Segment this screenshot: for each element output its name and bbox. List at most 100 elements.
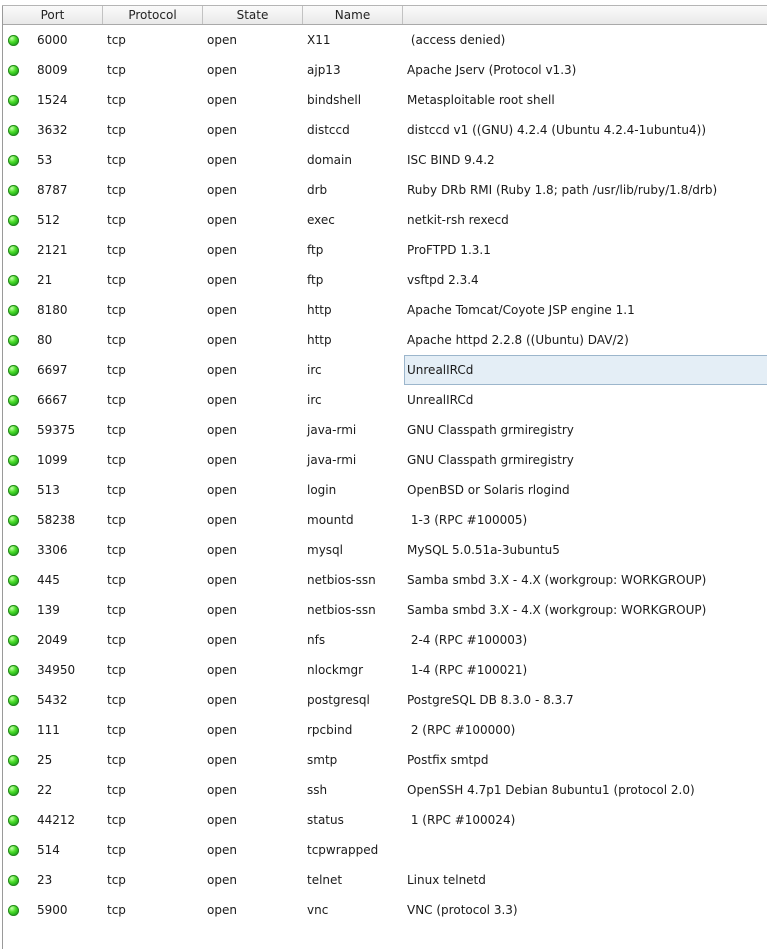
service-name-cell: status [307, 813, 344, 827]
table-row[interactable]: 21 tcp open ftp vsftpd 2.3.4 [3, 265, 767, 295]
service-name-cell: ajp13 [307, 63, 341, 77]
protocol-cell: tcp [107, 183, 126, 197]
protocol-cell: tcp [107, 213, 126, 227]
status-open-icon [8, 845, 19, 856]
table-row[interactable]: 5900 tcp open vnc VNC (protocol 3.3) [3, 895, 767, 925]
table-row[interactable]: 8180 tcp open http Apache Tomcat/Coyote JSP … [3, 295, 767, 325]
status-open-icon [8, 725, 19, 736]
service-name-cell: bindshell [307, 93, 362, 107]
service-name-cell: X11 [307, 33, 331, 47]
service-name-cell: nlockmgr [307, 663, 364, 677]
protocol-cell: tcp [107, 813, 126, 827]
table-row[interactable]: 1099 tcp open java-rmi GNU Classpath grmireg… [3, 445, 767, 475]
state-cell: open [207, 213, 237, 227]
table-row[interactable]: 3306 tcp open mysql MySQL 5.0.51a-3ubuntu5 [3, 535, 767, 565]
column-header-port[interactable]: Port [3, 6, 103, 24]
state-cell: open [207, 93, 237, 107]
port-cell: 8180 [37, 303, 68, 317]
services-table: Port Protocol State Name 6000 tcp open X11 … [0, 0, 767, 949]
table-row[interactable]: 139 tcp open netbios-ssn Samba smbd 3.X - 4.… [3, 595, 767, 625]
table-row[interactable]: 1524 tcp open bindshell Metasploitable root … [3, 85, 767, 115]
port-cell: 8787 [37, 183, 68, 197]
status-open-icon [8, 125, 19, 136]
table-row[interactable]: 513 tcp open login OpenBSD or Solaris rlogin… [3, 475, 767, 505]
service-name-cell: smtp [307, 753, 338, 767]
state-cell: open [207, 483, 237, 497]
status-open-icon [8, 605, 19, 616]
table-row[interactable]: 44212 tcp open status 1 (RPC #100024) [3, 805, 767, 835]
protocol-cell: tcp [107, 453, 126, 467]
status-open-icon [8, 695, 19, 706]
protocol-cell: tcp [107, 33, 126, 47]
protocol-cell: tcp [107, 693, 126, 707]
status-open-icon [8, 275, 19, 286]
port-cell: 139 [37, 603, 60, 617]
table-row[interactable]: 23 tcp open telnet Linux telnetd [3, 865, 767, 895]
protocol-cell: tcp [107, 903, 126, 917]
port-cell: 58238 [37, 513, 76, 527]
version-cell: UnrealIRCd [407, 393, 474, 407]
state-cell: open [207, 333, 237, 347]
state-cell: open [207, 363, 237, 377]
table-row[interactable]: 8787 tcp open drb Ruby DRb RMI (Ruby 1.8; pa… [3, 175, 767, 205]
table-row[interactable]: 111 tcp open rpcbind 2 (RPC #100000) [3, 715, 767, 745]
table-row[interactable]: 514 tcp open tcpwrapped [3, 835, 767, 865]
column-header-protocol[interactable]: Protocol [103, 6, 203, 24]
protocol-cell: tcp [107, 663, 126, 677]
status-open-icon [8, 365, 19, 376]
protocol-cell: tcp [107, 513, 126, 527]
status-open-icon [8, 425, 19, 436]
port-cell: 445 [37, 573, 60, 587]
table-row[interactable]: 6667 tcp open irc UnrealIRCd [3, 385, 767, 415]
status-open-icon [8, 215, 19, 226]
version-cell: PostgreSQL DB 8.3.0 - 8.3.7 [407, 693, 574, 707]
column-header-version[interactable] [403, 6, 767, 24]
state-cell: open [207, 153, 237, 167]
protocol-cell: tcp [107, 123, 126, 137]
status-open-icon [8, 335, 19, 346]
version-cell: Apache Jserv (Protocol v1.3) [407, 63, 577, 77]
state-cell: open [207, 753, 237, 767]
table-row[interactable]: 58238 tcp open mountd 1-3 (RPC #100005) [3, 505, 767, 535]
port-cell: 22 [37, 783, 53, 797]
table-row[interactable]: 445 tcp open netbios-ssn Samba smbd 3.X - 4.… [3, 565, 767, 595]
table-row[interactable]: 2121 tcp open ftp ProFTPD 1.3.1 [3, 235, 767, 265]
table-row[interactable]: 3632 tcp open distccd distccd v1 ((GNU) 4.2.… [3, 115, 767, 145]
column-header-name[interactable]: Name [303, 6, 403, 24]
table-row[interactable]: 512 tcp open exec netkit-rsh rexecd [3, 205, 767, 235]
table-row[interactable]: 59375 tcp open java-rmi GNU Classpath grmire… [3, 415, 767, 445]
protocol-cell: tcp [107, 543, 126, 557]
table-row[interactable]: 53 tcp open domain ISC BIND 9.4.2 [3, 145, 767, 175]
service-name-cell: postgresql [307, 693, 370, 707]
protocol-cell: tcp [107, 93, 126, 107]
service-name-cell: login [307, 483, 337, 497]
table-row[interactable]: 5432 tcp open postgresql PostgreSQL DB 8.3.0… [3, 685, 767, 715]
status-open-icon [8, 35, 19, 46]
version-cell: Apache httpd 2.2.8 ((Ubuntu) DAV/2) [407, 333, 629, 347]
version-cell: GNU Classpath grmiregistry [407, 423, 574, 437]
state-cell: open [207, 723, 237, 737]
version-cell: Postfix smtpd [407, 753, 489, 767]
state-cell: open [207, 33, 237, 47]
table-row[interactable]: 6697 tcp open irc UnrealIRCd [3, 355, 767, 385]
column-header-state[interactable]: State [203, 6, 303, 24]
service-name-cell: vnc [307, 903, 329, 917]
table-row[interactable]: 8009 tcp open ajp13 Apache Jserv (Protocol v… [3, 55, 767, 85]
table-row[interactable]: 25 tcp open smtp Postfix smtpd [3, 745, 767, 775]
protocol-cell: tcp [107, 273, 126, 287]
version-cell: Linux telnetd [407, 873, 486, 887]
table-row[interactable]: 22 tcp open ssh OpenSSH 4.7p1 Debian 8ubuntu… [3, 775, 767, 805]
port-cell: 3632 [37, 123, 68, 137]
table-row[interactable]: 34950 tcp open nlockmgr 1-4 (RPC #100021) [3, 655, 767, 685]
status-open-icon [8, 455, 19, 466]
protocol-cell: tcp [107, 63, 126, 77]
state-cell: open [207, 63, 237, 77]
protocol-cell: tcp [107, 423, 126, 437]
port-cell: 1099 [37, 453, 68, 467]
table-row[interactable]: 6000 tcp open X11 (access denied) [3, 25, 767, 55]
table-row[interactable]: 80 tcp open http Apache httpd 2.2.8 ((Ubuntu… [3, 325, 767, 355]
protocol-cell: tcp [107, 243, 126, 257]
port-cell: 6667 [37, 393, 68, 407]
state-cell: open [207, 843, 237, 857]
table-row[interactable]: 2049 tcp open nfs 2-4 (RPC #100003) [3, 625, 767, 655]
